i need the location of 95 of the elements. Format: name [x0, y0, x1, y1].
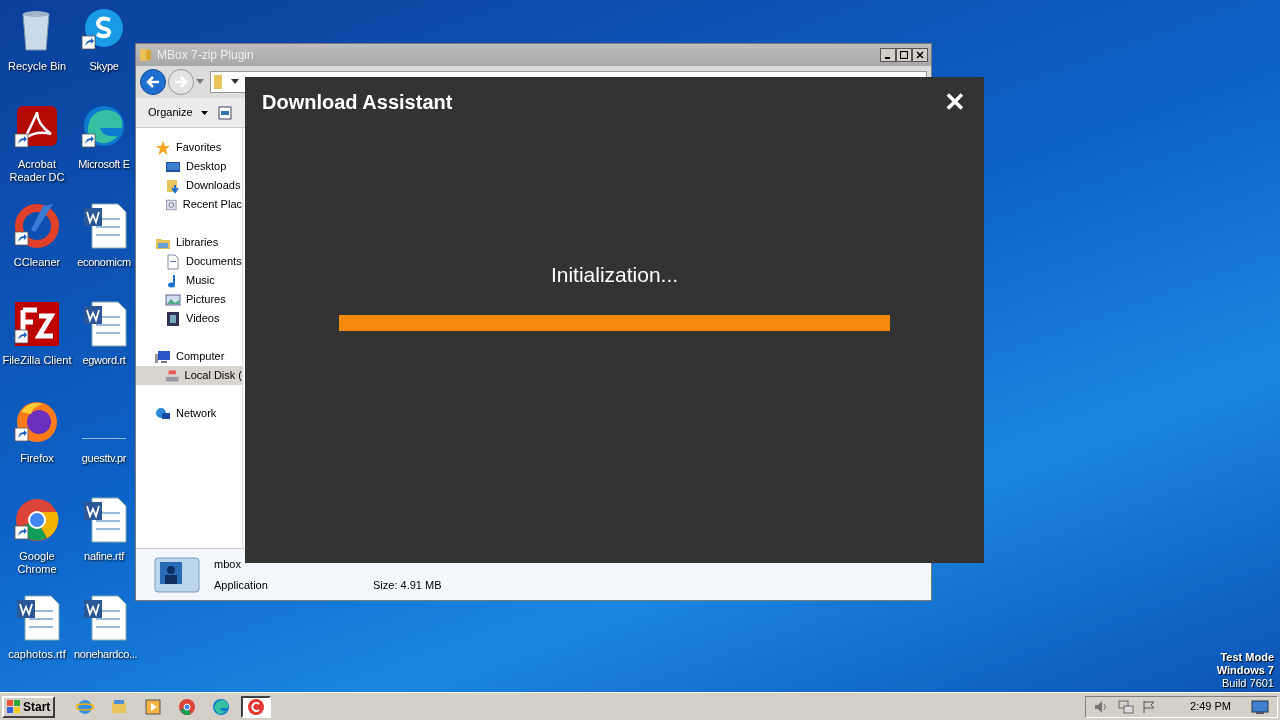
caret-icon — [200, 110, 208, 115]
minimize-button[interactable] — [880, 48, 896, 62]
forward-arrow-icon — [174, 76, 188, 88]
nav-label: Favorites — [176, 140, 222, 156]
network-icon — [1118, 699, 1135, 714]
show-desktop-icon[interactable] — [1251, 699, 1269, 714]
nav-label: Music — [186, 273, 215, 289]
desktop-icon[interactable]: Firefox — [0, 396, 74, 494]
media-icon — [144, 697, 163, 716]
desktop-icon[interactable]: economicm — [74, 200, 134, 298]
desktop-icon[interactable]: Recycle Bin — [0, 4, 74, 102]
chrome-icon — [178, 697, 197, 716]
status-text: Initialization... — [550, 262, 679, 288]
nav-label: Network — [176, 406, 217, 422]
back-arrow-icon — [146, 76, 160, 88]
clock: 2:49 PM — [1190, 699, 1231, 715]
star-icon — [155, 139, 171, 156]
watermark-text: Windows 7 — [1216, 664, 1274, 677]
window-title: MBox 7-zip Plugin — [157, 47, 254, 64]
explorer-icon — [110, 697, 129, 716]
document-icon — [165, 253, 181, 270]
file-name: mbox — [214, 557, 242, 572]
watermark-text: Test Mode — [1220, 651, 1274, 664]
edge-icon — [212, 697, 231, 716]
nav-item[interactable]: Computer — [136, 347, 242, 366]
desktop-icon[interactable]: caphotos.rtf — [0, 592, 74, 690]
icon-label: FileZilla Client — [1, 354, 73, 367]
view-icon — [217, 105, 232, 120]
start-button[interactable]: Start — [2, 695, 56, 718]
taskbar-button[interactable] — [241, 695, 272, 718]
dialog-title: Download Assistant — [262, 90, 453, 115]
ccleaner-icon — [247, 697, 266, 716]
nav-item[interactable]: Network — [136, 404, 242, 423]
nav-label: Pictures — [186, 292, 226, 308]
icon-label: Microsoft E — [77, 158, 131, 171]
maximize-icon — [900, 51, 908, 59]
nav-item[interactable]: Pictures — [136, 290, 242, 309]
desktop-icon[interactable]: Acrobat Reader DC — [0, 102, 74, 200]
caret-icon — [196, 79, 204, 85]
windows-logo-icon — [7, 699, 21, 714]
nav-label: Documents — [186, 254, 242, 270]
folder-icon — [139, 48, 153, 62]
computer-icon — [155, 348, 171, 365]
nav-item[interactable]: Local Disk ( — [136, 366, 242, 385]
desktop-icon[interactable]: FileZilla Client — [0, 298, 74, 396]
icon-label: Firefox — [19, 452, 55, 465]
desktop-icon[interactable]: CCleaner — [0, 200, 74, 298]
close-button[interactable]: ✕ — [944, 89, 966, 115]
icon-label: Acrobat Reader DC — [8, 158, 66, 184]
watermark-text: Build 7601 — [1222, 677, 1274, 690]
icon-label: economicm — [76, 256, 132, 269]
network-icon — [155, 405, 171, 422]
nav-item[interactable]: Favorites — [136, 138, 242, 157]
nav-item[interactable]: Videos — [136, 309, 242, 328]
nav-item[interactable]: Downloads — [136, 176, 242, 195]
back-button[interactable] — [140, 69, 166, 95]
icon-label: Skype — [88, 60, 120, 73]
icon-label: nafine.rtf — [83, 550, 126, 563]
nav-label: Libraries — [176, 235, 219, 251]
caret-icon — [231, 79, 239, 85]
desktop-icon[interactable]: egword.rt — [74, 298, 134, 396]
pictures-icon — [165, 291, 181, 308]
desktop-icon[interactable]: guesttv.pr — [74, 396, 134, 494]
file-size: Size: 4.91 MB — [373, 577, 442, 593]
icon-label: egword.rt — [81, 354, 127, 367]
icon-label: Recycle Bin — [6, 60, 68, 73]
organize-button[interactable]: Organize — [148, 104, 208, 121]
ie-icon — [76, 697, 95, 716]
nav-label: Desktop — [186, 159, 227, 175]
icon-label: caphotos.rtf — [7, 648, 67, 661]
desktop-icon[interactable]: Microsoft E — [74, 102, 134, 200]
close-button[interactable] — [912, 48, 928, 62]
nav-item[interactable]: Recent Plac — [136, 195, 242, 214]
application-icon — [154, 556, 200, 593]
videos-icon — [165, 310, 181, 327]
icon-label: Google Chrome — [16, 550, 58, 576]
nav-item[interactable]: Libraries — [136, 233, 242, 252]
close-icon — [916, 51, 924, 59]
nav-label: Computer — [176, 349, 225, 365]
downloads-icon — [165, 177, 181, 194]
icon-label: guesttv.pr — [80, 452, 128, 465]
nav-item[interactable]: Desktop — [136, 157, 242, 176]
nav-label: Videos — [186, 311, 220, 327]
desktop-icon[interactable]: Skype — [74, 4, 134, 102]
flag-icon — [1142, 699, 1157, 714]
nav-label: Local Disk ( — [184, 368, 242, 384]
file-type: Application — [214, 577, 269, 593]
nav-label: Recent Plac — [182, 197, 242, 213]
nav-label: Downloads — [186, 178, 241, 194]
desktop-icon[interactable]: Google Chrome — [0, 494, 74, 592]
maximize-button[interactable] — [896, 48, 912, 62]
icon-label: CCleaner — [12, 256, 62, 269]
nav-item[interactable]: Music — [136, 271, 242, 290]
desktop-icon[interactable]: nafine.rtf — [74, 494, 134, 592]
nav-item[interactable]: Documents — [136, 252, 242, 271]
